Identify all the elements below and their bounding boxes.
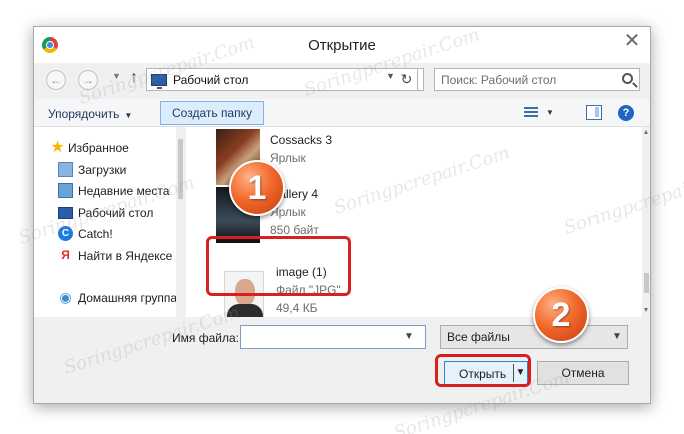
highlight-frame-open-button — [435, 354, 531, 387]
search-box — [434, 68, 640, 91]
history-dropdown-icon[interactable]: ▼ — [112, 71, 121, 81]
preview-pane-icon[interactable] — [586, 105, 602, 120]
step-badge-1: 1 — [229, 160, 285, 216]
file-name: Cossacks 3 — [270, 133, 333, 147]
desktop-icon — [151, 74, 167, 89]
caret-down-icon: ▼ — [124, 111, 133, 120]
screenshot-stage: Открытие ✕ ← → ▼ ↑ Рабочий стол ▼ ↻ Поис… — [0, 0, 684, 434]
desktop-icon — [58, 207, 73, 219]
filename-label: Имя файла: — [172, 331, 239, 345]
cancel-button[interactable]: Отмена — [537, 361, 629, 385]
file-size: 49,4 КБ — [276, 301, 318, 315]
filename-dropdown-icon[interactable]: ▼ — [404, 331, 414, 342]
search-icon[interactable] — [622, 73, 633, 84]
navigation-bar: ← → ▼ ↑ Рабочий стол ▼ ↻ — [34, 63, 650, 95]
scroll-up-icon[interactable]: ▲ — [642, 129, 650, 136]
yandex-icon: Я — [61, 248, 70, 262]
back-button[interactable]: ← — [46, 70, 66, 90]
file-type: Ярлык — [270, 151, 306, 165]
close-button[interactable]: ✕ — [620, 31, 644, 53]
highlight-frame-file — [206, 236, 351, 296]
file-list-scroll-thumb[interactable] — [644, 273, 649, 293]
arrow-right-icon: → — [82, 73, 94, 87]
organize-label: Упорядочить — [48, 107, 120, 121]
up-arrow-icon[interactable]: ↑ — [130, 69, 138, 87]
search-input[interactable] — [441, 72, 611, 87]
new-folder-button[interactable]: Создать папку — [160, 101, 264, 125]
filename-input[interactable] — [240, 325, 426, 349]
step-badge-2: 2 — [533, 287, 589, 343]
view-options-icon[interactable] — [524, 107, 538, 119]
sidebar-scroll-thumb[interactable] — [178, 139, 183, 199]
open-file-dialog: Открытие ✕ ← → ▼ ↑ Рабочий стол ▼ ↻ Поис… — [33, 26, 651, 404]
star-icon: ★ — [50, 139, 65, 156]
window-title: Открытие — [308, 37, 376, 54]
refresh-button[interactable]: ↻ — [396, 68, 418, 91]
filter-dropdown-icon[interactable]: ▼ — [612, 331, 622, 342]
address-text: Рабочий стол — [173, 73, 249, 87]
shirt-shape — [227, 304, 263, 317]
title-bar: Открытие ✕ — [34, 27, 650, 63]
file-type-filter[interactable]: Все файлы — [440, 325, 628, 349]
file-size: 850 байт — [270, 223, 319, 237]
address-dropdown-icon[interactable]: ▼ — [386, 71, 395, 81]
forward-button[interactable]: → — [78, 70, 98, 90]
recent-places-icon — [58, 183, 73, 198]
help-icon[interactable]: ? — [618, 105, 634, 121]
refresh-icon: ↻ — [400, 71, 413, 87]
catch-app-icon: C — [58, 226, 73, 241]
homegroup-icon: ◉ — [59, 289, 72, 305]
downloads-folder-icon — [58, 162, 73, 177]
scroll-down-icon[interactable]: ▼ — [642, 307, 650, 314]
view-dropdown-icon[interactable]: ▼ — [546, 108, 554, 117]
arrow-left-icon: ← — [50, 73, 62, 87]
navigation-pane: ★ Избранное Загрузки Недавние места Рабо… — [34, 127, 184, 317]
organize-button[interactable]: Упорядочить ▼ — [48, 107, 132, 121]
address-bar[interactable]: Рабочий стол — [146, 68, 424, 91]
command-toolbar: Упорядочить ▼ Создать папку ▼ ? — [34, 99, 650, 127]
